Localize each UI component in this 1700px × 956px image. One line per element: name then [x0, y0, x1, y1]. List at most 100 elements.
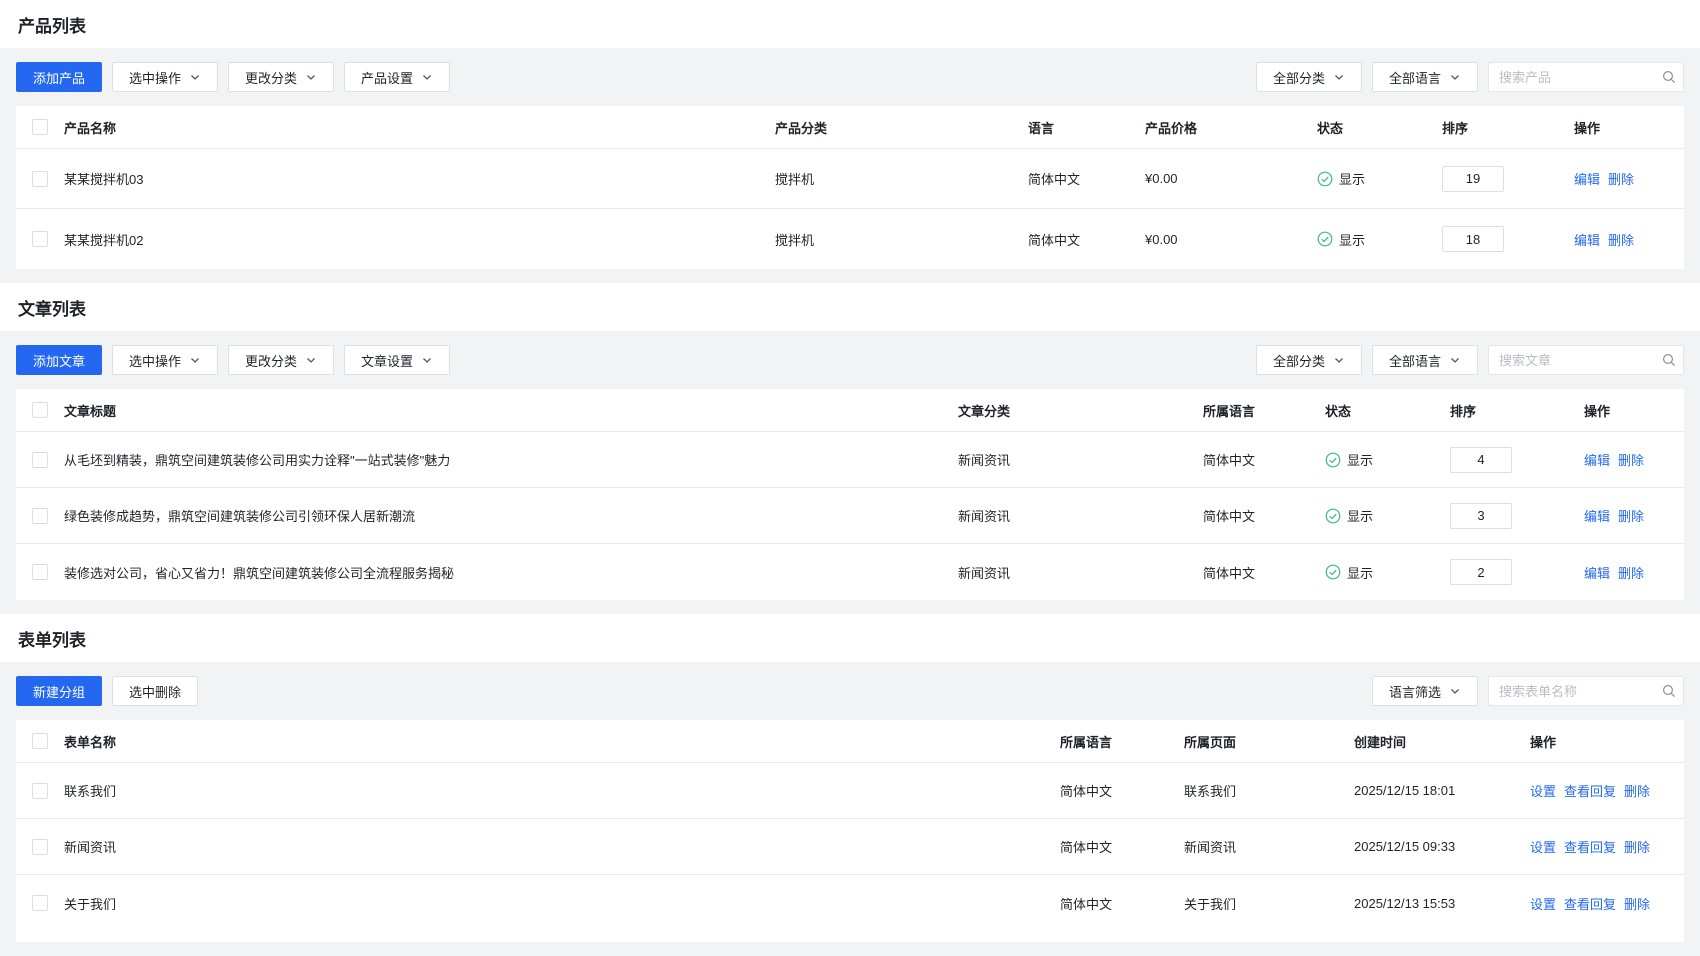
chevron-down-icon — [305, 71, 317, 83]
row-checkbox[interactable] — [32, 783, 48, 799]
delete-selected-button[interactable]: 选中删除 — [112, 676, 198, 706]
row-checkbox[interactable] — [32, 564, 48, 580]
article-category: 新闻资讯 — [958, 450, 1203, 469]
article-search-input[interactable] — [1488, 345, 1684, 375]
delete-link[interactable]: 删除 — [1618, 506, 1644, 525]
col-sort: 排序 — [1442, 118, 1574, 137]
forms-section: 表单列表 新建分组 选中删除 语言筛选 表单名称 所属 — [0, 614, 1700, 956]
col-status: 状态 — [1325, 401, 1450, 420]
product-name: 某某搅拌机03 — [64, 169, 775, 188]
delete-link[interactable]: 删除 — [1618, 450, 1644, 469]
product-search — [1488, 62, 1684, 92]
article-title: 绿色装修成趋势，鼎筑空间建筑装修公司引领环保人居新潮流 — [64, 506, 958, 525]
add-article-button[interactable]: 添加文章 — [16, 345, 102, 375]
articles-table: 文章标题 文章分类 所属语言 状态 排序 操作 从毛坯到精装，鼎筑空间建筑装修公… — [16, 389, 1684, 600]
article-language: 简体中文 — [1203, 506, 1325, 525]
view-replies-link[interactable]: 查看回复 — [1564, 781, 1616, 800]
view-replies-link[interactable]: 查看回复 — [1564, 894, 1616, 913]
delete-link[interactable]: 删除 — [1624, 781, 1650, 800]
sort-input[interactable] — [1450, 447, 1512, 473]
product-language: 简体中文 — [1028, 169, 1145, 188]
change-category-label: 更改分类 — [245, 351, 297, 370]
change-category-dropdown[interactable]: 更改分类 — [228, 62, 334, 92]
delete-link[interactable]: 删除 — [1624, 894, 1650, 913]
category-filter-label: 全部分类 — [1273, 68, 1325, 87]
col-form-name: 表单名称 — [64, 732, 1060, 751]
row-checkbox[interactable] — [32, 231, 48, 247]
product-name: 某某搅拌机02 — [64, 230, 775, 249]
bulk-action-dropdown[interactable]: 选中操作 — [112, 345, 218, 375]
table-row: 关于我们 简体中文 关于我们 2025/12/13 15:53 设置查看回复删除 — [16, 875, 1684, 931]
product-settings-dropdown[interactable]: 产品设置 — [344, 62, 450, 92]
select-all-checkbox[interactable] — [32, 119, 48, 135]
col-sort: 排序 — [1450, 401, 1584, 420]
form-name: 联系我们 — [64, 781, 1060, 800]
sort-input[interactable] — [1442, 166, 1504, 192]
edit-link[interactable]: 编辑 — [1584, 450, 1610, 469]
row-checkbox[interactable] — [32, 171, 48, 187]
sort-input[interactable] — [1450, 559, 1512, 585]
article-search — [1488, 345, 1684, 375]
select-all-checkbox[interactable] — [32, 733, 48, 749]
bulk-action-label: 选中操作 — [129, 351, 181, 370]
product-price: ¥0.00 — [1145, 171, 1317, 186]
category-filter-dropdown[interactable]: 全部分类 — [1256, 345, 1362, 375]
product-settings-label: 产品设置 — [361, 68, 413, 87]
search-icon[interactable] — [1662, 684, 1676, 698]
row-checkbox[interactable] — [32, 895, 48, 911]
add-product-button[interactable]: 添加产品 — [16, 62, 102, 92]
form-language: 简体中文 — [1060, 837, 1184, 856]
edit-link[interactable]: 编辑 — [1584, 506, 1610, 525]
status-badge: 显示 — [1325, 450, 1373, 469]
article-category: 新闻资讯 — [958, 563, 1203, 582]
row-checkbox[interactable] — [32, 452, 48, 468]
select-all-checkbox[interactable] — [32, 402, 48, 418]
article-settings-dropdown[interactable]: 文章设置 — [344, 345, 450, 375]
edit-link[interactable]: 编辑 — [1584, 563, 1610, 582]
language-filter-dropdown[interactable]: 全部语言 — [1372, 62, 1478, 92]
settings-link[interactable]: 设置 — [1530, 781, 1556, 800]
language-filter-dropdown[interactable]: 语言筛选 — [1372, 676, 1478, 706]
status-label: 显示 — [1347, 506, 1373, 525]
settings-link[interactable]: 设置 — [1530, 894, 1556, 913]
row-checkbox[interactable] — [32, 839, 48, 855]
bulk-action-dropdown[interactable]: 选中操作 — [112, 62, 218, 92]
form-name: 关于我们 — [64, 894, 1060, 913]
change-category-label: 更改分类 — [245, 68, 297, 87]
article-language: 简体中文 — [1203, 450, 1325, 469]
products-table: 产品名称 产品分类 语言 产品价格 状态 排序 操作 某某搅拌机03 搅拌机 简… — [16, 106, 1684, 269]
edit-link[interactable]: 编辑 — [1574, 230, 1600, 249]
product-price: ¥0.00 — [1145, 232, 1317, 247]
delete-link[interactable]: 删除 — [1608, 230, 1634, 249]
delete-link[interactable]: 删除 — [1608, 169, 1634, 188]
table-row: 从毛坯到精装，鼎筑空间建筑装修公司用实力诠释"一站式装修"魅力 新闻资讯 简体中… — [16, 432, 1684, 488]
category-filter-dropdown[interactable]: 全部分类 — [1256, 62, 1362, 92]
status-badge: 显示 — [1317, 169, 1365, 188]
settings-link[interactable]: 设置 — [1530, 837, 1556, 856]
language-filter-label: 语言筛选 — [1389, 682, 1441, 701]
language-filter-dropdown[interactable]: 全部语言 — [1372, 345, 1478, 375]
article-language: 简体中文 — [1203, 563, 1325, 582]
sort-input[interactable] — [1442, 226, 1504, 252]
delete-link[interactable]: 删除 — [1618, 563, 1644, 582]
col-price: 产品价格 — [1145, 118, 1317, 137]
col-status: 状态 — [1317, 118, 1442, 137]
change-category-dropdown[interactable]: 更改分类 — [228, 345, 334, 375]
articles-section: 文章列表 添加文章 选中操作 更改分类 文章设置 全部 — [0, 283, 1700, 614]
col-page: 所属页面 — [1184, 732, 1354, 751]
edit-link[interactable]: 编辑 — [1574, 169, 1600, 188]
form-search — [1488, 676, 1684, 706]
status-badge: 显示 — [1325, 563, 1373, 582]
view-replies-link[interactable]: 查看回复 — [1564, 837, 1616, 856]
delete-link[interactable]: 删除 — [1624, 837, 1650, 856]
search-icon[interactable] — [1662, 70, 1676, 84]
product-search-input[interactable] — [1488, 62, 1684, 92]
sort-input[interactable] — [1450, 503, 1512, 529]
form-search-input[interactable] — [1488, 676, 1684, 706]
form-language: 简体中文 — [1060, 894, 1184, 913]
search-icon[interactable] — [1662, 353, 1676, 367]
col-actions: 操作 — [1574, 118, 1684, 137]
row-checkbox[interactable] — [32, 508, 48, 524]
new-group-button[interactable]: 新建分组 — [16, 676, 102, 706]
table-row: 绿色装修成趋势，鼎筑空间建筑装修公司引领环保人居新潮流 新闻资讯 简体中文 显示… — [16, 488, 1684, 544]
